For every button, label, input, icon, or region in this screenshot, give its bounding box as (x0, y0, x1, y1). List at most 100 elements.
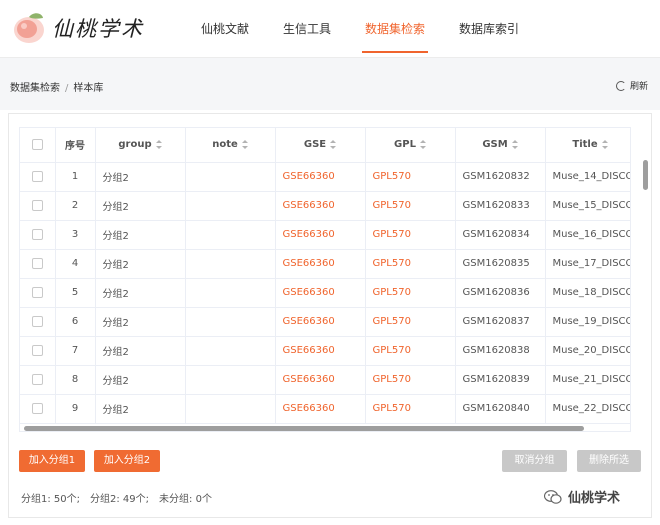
row-title: Muse_15_DISCOVERY (545, 191, 630, 221)
refresh-icon (615, 80, 626, 91)
top-navbar: 仙桃学术 仙桃文献 生信工具 数据集检索 数据库索引 (0, 0, 660, 58)
col-gpl[interactable]: GPL (365, 128, 456, 163)
delete-selected-button[interactable]: 删除所选 (577, 450, 641, 472)
row-checkbox[interactable] (20, 278, 56, 308)
row-index: 8 (55, 365, 96, 395)
row-note (185, 162, 276, 192)
table-row[interactable]: 2 分组2 GSE66360 GPL570 GSM1620833 Muse_15_DISC… (20, 191, 630, 221)
row-title: Muse_14_DISCOVERY (545, 162, 630, 192)
table-row[interactable]: 7 分组2 GSE66360 GPL570 GSM1620838 Muse_20_DISC… (20, 336, 630, 366)
col-note[interactable]: note (185, 128, 276, 163)
row-gse-link[interactable]: GSE66360 (275, 394, 366, 424)
sort-icon[interactable] (601, 139, 608, 149)
sort-icon[interactable] (241, 139, 248, 149)
col-gse-label: GSE (303, 139, 327, 151)
row-group: 分组2 (95, 365, 186, 395)
row-group: 分组2 (95, 249, 186, 279)
add-to-group2-button[interactable]: 加入分组2 (94, 450, 160, 472)
table-row[interactable]: 3 分组2 GSE66360 GPL570 GSM1620834 Muse_16_DISC… (20, 220, 630, 250)
row-note (185, 191, 276, 221)
row-checkbox[interactable] (20, 162, 56, 192)
col-gsm-label: GSM (482, 139, 508, 151)
table-row[interactable]: 5 分组2 GSE66360 GPL570 GSM1620836 Muse_18_DISC… (20, 278, 630, 308)
row-index: 5 (55, 278, 96, 308)
logo-text: 仙桃学术 (52, 17, 144, 41)
table-row[interactable]: 6 分组2 GSE66360 GPL570 GSM1620837 Muse_19_DISC… (20, 307, 630, 337)
row-gsm: GSM1620836 (455, 278, 546, 308)
wechat-watermark-label: 仙桃学术 (568, 491, 621, 506)
row-gpl-link[interactable]: GPL570 (365, 336, 456, 366)
table-row[interactable]: 9 分组2 GSE66360 GPL570 GSM1620840 Muse_22_DISC… (20, 394, 630, 424)
row-index: 4 (55, 249, 96, 279)
row-index: 9 (55, 394, 96, 424)
row-gse-link[interactable]: GSE66360 (275, 365, 366, 395)
breadcrumb-current: 样本库 (73, 83, 104, 94)
table-row[interactable]: 4 分组2 GSE66360 GPL570 GSM1620835 Muse_17_DISC… (20, 249, 630, 279)
row-gpl-link[interactable]: GPL570 (365, 162, 456, 192)
row-gpl-link[interactable]: GPL570 (365, 394, 456, 424)
row-gse-link[interactable]: GSE66360 (275, 336, 366, 366)
row-checkbox[interactable] (20, 394, 56, 424)
nav-database-index[interactable]: 数据库索引 (442, 0, 536, 58)
row-gpl-link[interactable]: GPL570 (365, 365, 456, 395)
col-gse[interactable]: GSE (275, 128, 366, 163)
row-gpl-link[interactable]: GPL570 (365, 220, 456, 250)
row-checkbox[interactable] (20, 365, 56, 395)
row-note (185, 365, 276, 395)
row-gse-link[interactable]: GSE66360 (275, 249, 366, 279)
wechat-icon (543, 489, 562, 504)
row-gsm: GSM1620837 (455, 307, 546, 337)
breadcrumb-parent[interactable]: 数据集检索 (10, 83, 60, 94)
row-checkbox[interactable] (20, 249, 56, 279)
row-title: Muse_22_DISCOVERY (545, 394, 630, 424)
row-index: 1 (55, 162, 96, 192)
col-group[interactable]: group (95, 128, 186, 163)
row-gse-link[interactable]: GSE66360 (275, 307, 366, 337)
group2-count: 分组2: 49个; (90, 494, 150, 505)
row-gse-link[interactable]: GSE66360 (275, 191, 366, 221)
sort-icon[interactable] (419, 139, 426, 149)
table-row[interactable]: 1 分组2 GSE66360 GPL570 GSM1620832 Muse_14_DISC… (20, 162, 630, 192)
nav-dataset-search[interactable]: 数据集检索 (348, 0, 442, 58)
row-checkbox[interactable] (20, 336, 56, 366)
select-all-checkbox[interactable] (20, 128, 56, 163)
logo[interactable]: 仙桃学术 (10, 6, 144, 50)
col-gsm[interactable]: GSM (455, 128, 546, 163)
row-gse-link[interactable]: GSE66360 (275, 220, 366, 250)
row-title: Muse_16_DISCOVERY (545, 220, 630, 250)
row-gpl-link[interactable]: GPL570 (365, 307, 456, 337)
row-gsm: GSM1620838 (455, 336, 546, 366)
col-note-label: note (212, 139, 238, 151)
row-checkbox[interactable] (20, 191, 56, 221)
sort-icon[interactable] (330, 139, 337, 149)
nav-bioinfo-tools[interactable]: 生信工具 (266, 0, 348, 58)
row-note (185, 249, 276, 279)
vertical-scrollbar[interactable] (643, 160, 648, 190)
row-gpl-link[interactable]: GPL570 (365, 278, 456, 308)
row-gse-link[interactable]: GSE66360 (275, 162, 366, 192)
sort-icon[interactable] (155, 139, 162, 149)
col-title[interactable]: Title (545, 128, 630, 163)
row-gpl-link[interactable]: GPL570 (365, 249, 456, 279)
group1-count: 分组1: 50个; (21, 494, 81, 505)
row-gpl-link[interactable]: GPL570 (365, 191, 456, 221)
row-gsm: GSM1620832 (455, 162, 546, 192)
row-checkbox[interactable] (20, 220, 56, 250)
ungroup-button[interactable]: 取消分组 (502, 450, 567, 472)
add-to-group1-button[interactable]: 加入分组1 (19, 450, 85, 472)
refresh-label: 刷新 (629, 82, 648, 92)
row-note (185, 336, 276, 366)
row-checkbox[interactable] (20, 307, 56, 337)
row-note (185, 394, 276, 424)
table-row[interactable]: 8 分组2 GSE66360 GPL570 GSM1620839 Muse_21_DISC… (20, 365, 630, 395)
sort-icon[interactable] (511, 139, 518, 149)
row-group: 分组2 (95, 307, 186, 337)
main-nav: 仙桃文献 生信工具 数据集检索 数据库索引 (184, 0, 536, 58)
horizontal-scrollbar[interactable] (24, 426, 584, 431)
row-note (185, 220, 276, 250)
row-gse-link[interactable]: GSE66360 (275, 278, 366, 308)
row-group: 分组2 (95, 278, 186, 308)
row-title: Muse_18_DISCOVERY (545, 278, 630, 308)
refresh-button[interactable]: 刷新 (615, 79, 648, 92)
nav-xiantao-literature[interactable]: 仙桃文献 (184, 0, 266, 58)
